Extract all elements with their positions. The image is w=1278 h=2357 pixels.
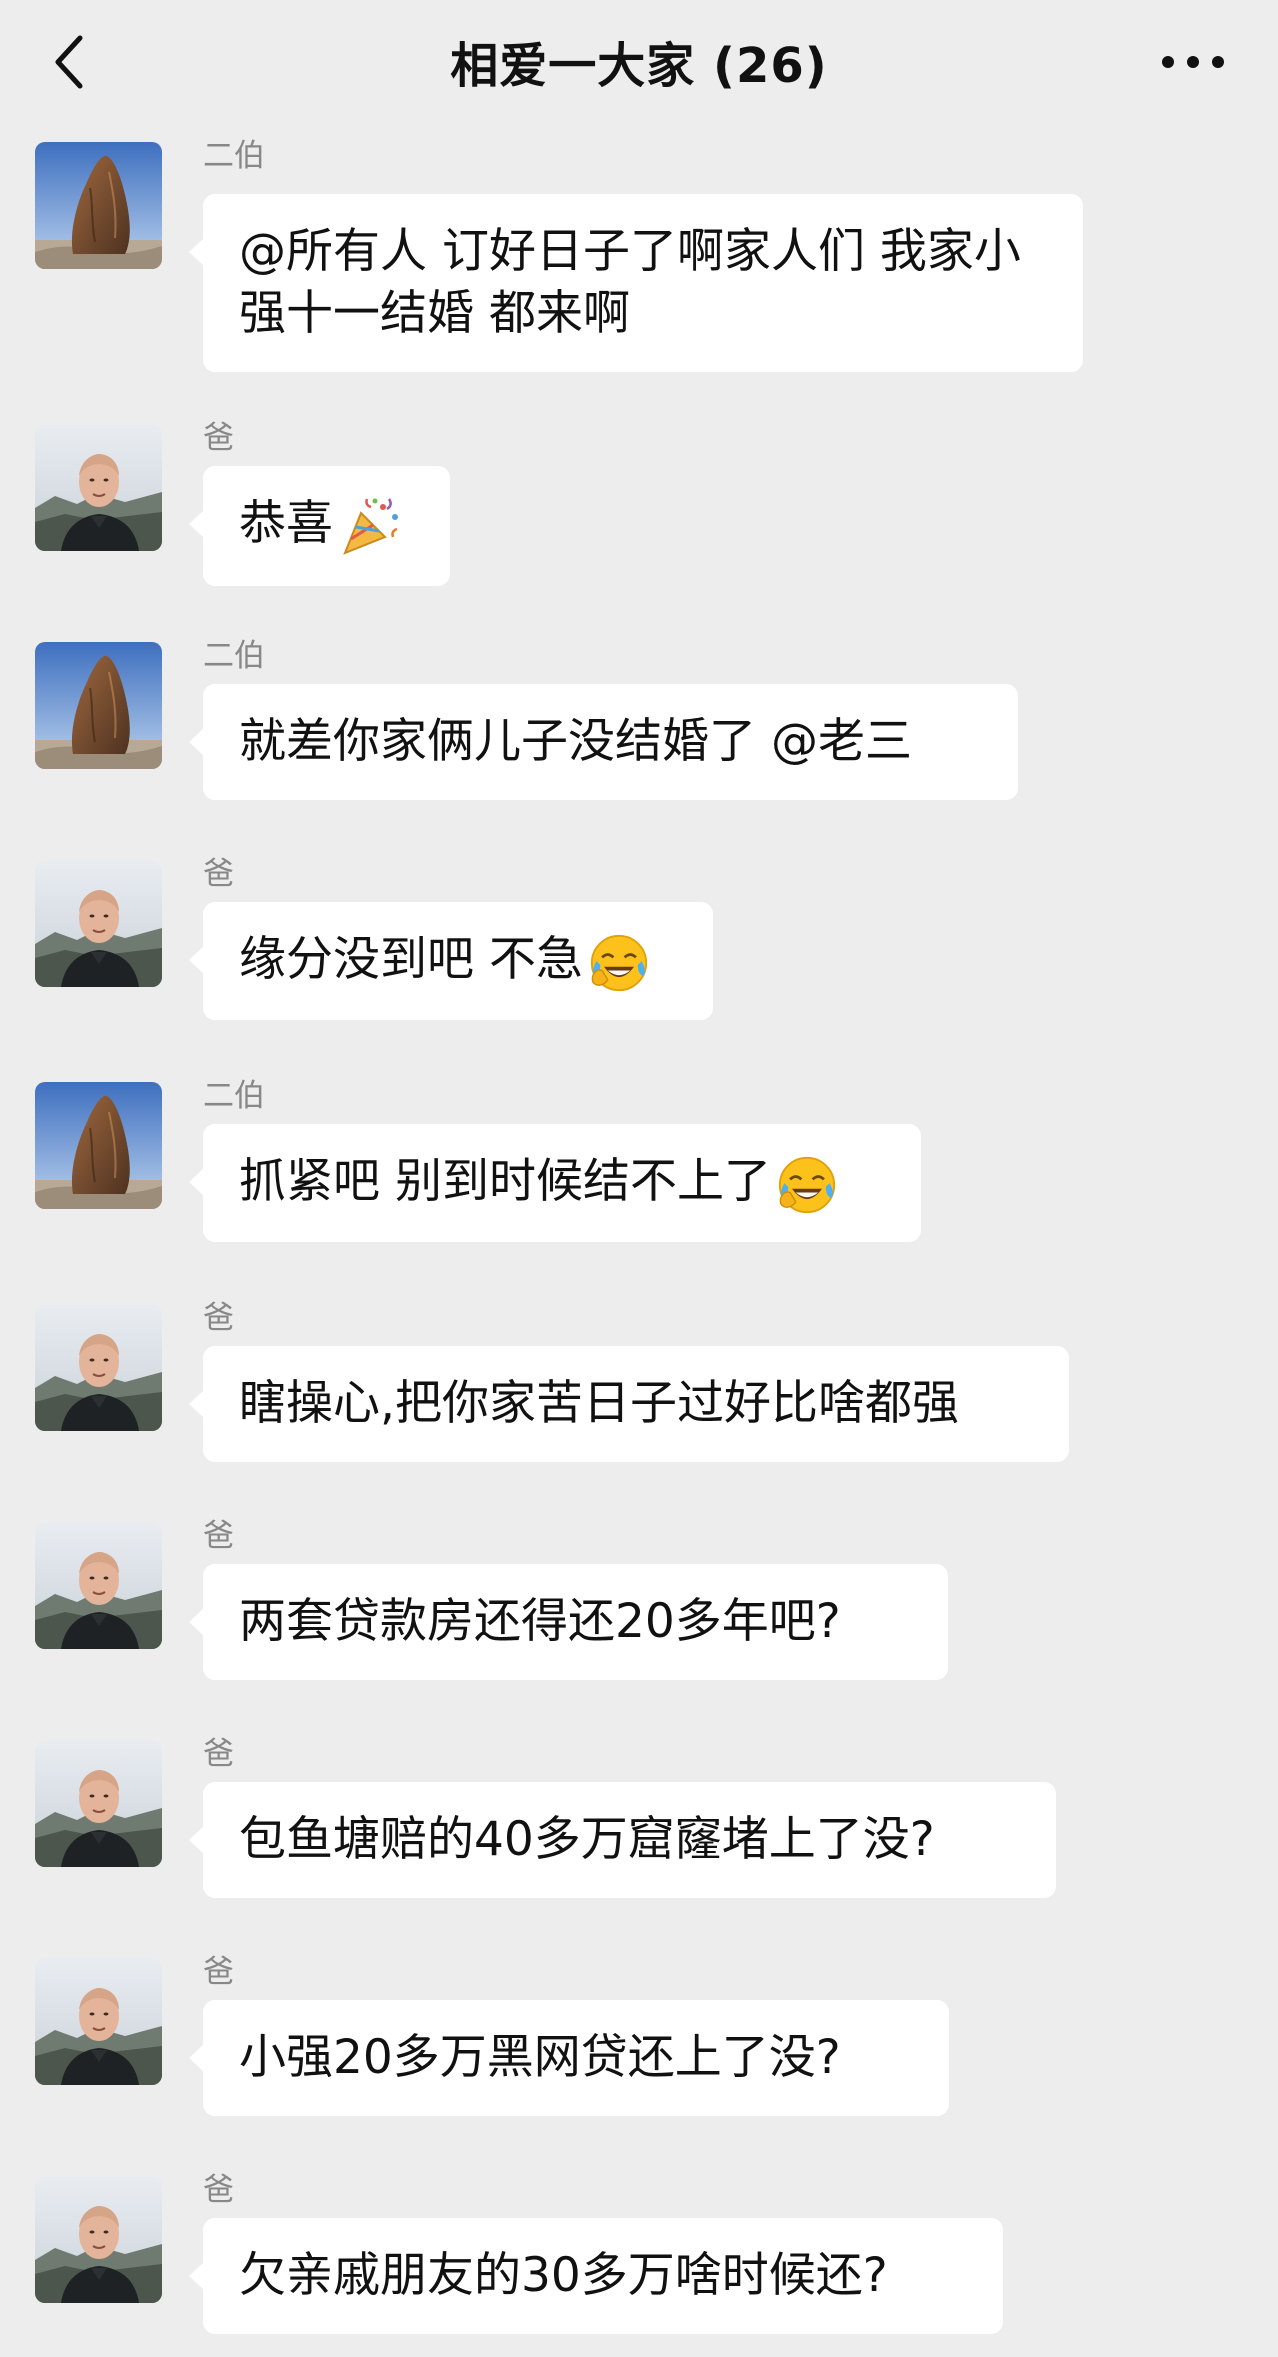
avatar[interactable] bbox=[35, 642, 162, 769]
avatar[interactable] bbox=[35, 1082, 162, 1209]
message-text: 包鱼塘赔的40多万窟窿堵上了没? bbox=[239, 1812, 935, 1867]
message-text: 抓紧吧 别到时候结不上了 bbox=[239, 1154, 771, 1209]
message-bubble[interactable]: 小强20多万黑网贷还上了没? bbox=[189, 2000, 949, 2116]
sender-name: 爸 bbox=[203, 1954, 234, 1990]
chat-header: 相爱一大家 (26) bbox=[0, 0, 1278, 132]
avatar[interactable] bbox=[35, 1522, 162, 1649]
avatar[interactable] bbox=[35, 2176, 162, 2303]
chat-title: 相爱一大家 (26) bbox=[450, 38, 828, 94]
sender-name: 二伯 bbox=[203, 638, 265, 674]
message-bubble[interactable]: 瞎操心,把你家苦日子过好比啥都强 bbox=[189, 1346, 1069, 1462]
message-text: 两套贷款房还得还20多年吧? bbox=[239, 1594, 841, 1649]
avatar[interactable] bbox=[35, 142, 162, 269]
message-text: 瞎操心,把你家苦日子过好比啥都强 bbox=[239, 1376, 959, 1431]
sender-name: 爸 bbox=[203, 420, 234, 456]
sender-name: 爸 bbox=[203, 2172, 234, 2208]
message-bubble[interactable]: 两套贷款房还得还20多年吧? bbox=[189, 1564, 948, 1680]
message-text: @所有人 订好日子了啊家人们 我家小强十一结婚 都来啊 bbox=[239, 224, 1021, 341]
laugh-cry-emoji bbox=[589, 933, 649, 993]
sender-name: 二伯 bbox=[203, 1078, 265, 1114]
message-text: 缘分没到吧 不急 bbox=[239, 932, 583, 987]
message-bubble[interactable]: 包鱼塘赔的40多万窟窿堵上了没? bbox=[189, 1782, 1056, 1898]
message-bubble[interactable]: 恭喜 bbox=[189, 466, 450, 586]
message-text: 恭喜 bbox=[239, 496, 333, 551]
sender-name: 爸 bbox=[203, 856, 234, 892]
sender-name: 爸 bbox=[203, 1518, 234, 1554]
sender-name: 二伯 bbox=[203, 138, 265, 174]
message-text: 欠亲戚朋友的30多万啥时候还? bbox=[239, 2248, 888, 2303]
more-button[interactable] bbox=[1148, 40, 1238, 84]
message-text: 就差你家俩儿子没结婚了 @老三 bbox=[239, 714, 912, 769]
message-bubble[interactable]: 缘分没到吧 不急 bbox=[189, 902, 713, 1020]
more-dots-icon bbox=[1162, 56, 1224, 68]
message-bubble[interactable]: 欠亲戚朋友的30多万啥时候还? bbox=[189, 2218, 1003, 2334]
avatar[interactable] bbox=[35, 1740, 162, 1867]
chat-message-list[interactable]: 二伯 @所有人 订好日子了啊家人们 我家小强十一结婚 都来啊 爸 恭喜 二伯 就… bbox=[0, 132, 1278, 2357]
laugh-cry-emoji bbox=[777, 1155, 837, 1215]
message-bubble[interactable]: @所有人 订好日子了啊家人们 我家小强十一结婚 都来啊 bbox=[189, 194, 1083, 372]
sender-name: 爸 bbox=[203, 1736, 234, 1772]
avatar[interactable] bbox=[35, 860, 162, 987]
message-bubble[interactable]: 就差你家俩儿子没结婚了 @老三 bbox=[189, 684, 1018, 800]
party-popper-icon bbox=[339, 495, 403, 559]
avatar[interactable] bbox=[35, 424, 162, 551]
avatar[interactable] bbox=[35, 1958, 162, 2085]
message-bubble[interactable]: 抓紧吧 别到时候结不上了 bbox=[189, 1124, 921, 1242]
sender-name: 爸 bbox=[203, 1300, 234, 1336]
avatar[interactable] bbox=[35, 1304, 162, 1431]
message-text: 小强20多万黑网贷还上了没? bbox=[239, 2030, 841, 2085]
